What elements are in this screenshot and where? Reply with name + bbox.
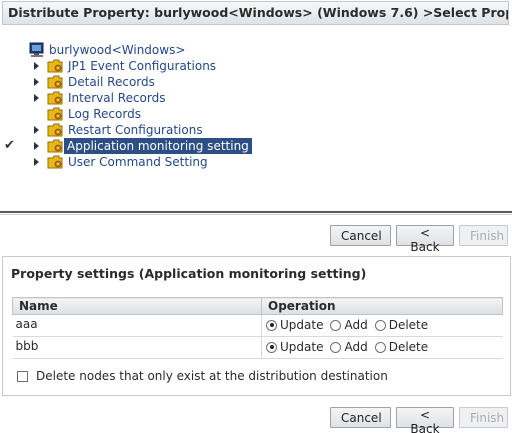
wizard-buttons-top: Cancel < Back Finish — [330, 225, 508, 254]
column-header-name: Name — [12, 297, 262, 315]
radio-label-update[interactable]: Update — [280, 318, 323, 332]
delete-nodes-label: Delete nodes that only exist at the dist… — [36, 369, 388, 383]
settings-folder-icon — [47, 139, 63, 153]
radio-add[interactable] — [330, 341, 342, 353]
property-settings-panel: Property settings (Application monitorin… — [2, 256, 511, 396]
radio-delete[interactable] — [374, 341, 386, 353]
row-operation: Update Add Delete — [261, 314, 503, 337]
expand-arrow-icon[interactable] — [34, 126, 39, 134]
expand-arrow-icon[interactable] — [34, 78, 39, 86]
tree-item-label[interactable]: Application monitoring setting — [64, 138, 252, 154]
settings-folder-icon — [47, 123, 63, 137]
tree-item-label[interactable]: Restart Configurations — [66, 122, 205, 138]
divider — [0, 211, 512, 215]
tree-item[interactable]: Interval Records — [0, 90, 512, 106]
cancel-button[interactable]: Cancel — [330, 407, 391, 428]
back-button[interactable]: < Back — [396, 407, 454, 433]
radio-label-add[interactable]: Add — [344, 318, 367, 332]
row-operation: Update Add Delete — [261, 336, 503, 359]
settings-folder-icon — [47, 155, 63, 169]
tree-root-label[interactable]: burlywood<Windows> — [49, 42, 185, 58]
page-title: Distribute Property: burlywood<Windows> … — [2, 1, 509, 25]
radio-add[interactable] — [330, 319, 342, 331]
settings-folder-icon — [47, 75, 63, 89]
settings-folder-icon — [47, 107, 63, 121]
radio-label-delete[interactable]: Delete — [389, 340, 428, 354]
tree-item[interactable]: JP1 Event Configurations — [0, 58, 512, 74]
check-icon: ✔ — [4, 138, 15, 153]
radio-label-delete[interactable]: Delete — [389, 318, 428, 332]
tree-item-label[interactable]: JP1 Event Configurations — [66, 58, 218, 74]
expand-arrow-icon[interactable] — [34, 94, 39, 102]
radio-delete[interactable] — [374, 319, 386, 331]
row-name: bbb — [12, 336, 262, 359]
computer-icon — [29, 42, 44, 57]
table-row: aaa Update Add Delete — [12, 314, 503, 337]
radio-label-update[interactable]: Update — [280, 340, 323, 354]
radio-label-add[interactable]: Add — [344, 340, 367, 354]
table-row: bbb Update Add Delete — [12, 336, 503, 359]
tree-item-label[interactable]: Detail Records — [66, 74, 157, 90]
operation-radio-group: Update Add Delete — [266, 340, 503, 354]
tree-item[interactable]: Log Records — [0, 106, 512, 122]
tree-item-label[interactable]: User Command Setting — [66, 154, 210, 170]
settings-folder-icon — [47, 91, 63, 105]
tree-item-label[interactable]: Interval Records — [66, 90, 167, 106]
expand-arrow-icon[interactable] — [34, 158, 39, 166]
tree-item-label[interactable]: Log Records — [66, 106, 143, 122]
finish-button: Finish — [459, 407, 508, 428]
property-table: Name Operation aaa Update Add Delete bbb Upda… — [12, 297, 503, 359]
column-header-operation: Operation — [261, 297, 503, 315]
tree-item[interactable]: Restart Configurations — [0, 122, 512, 138]
cancel-button[interactable]: Cancel — [330, 225, 391, 246]
tree-item[interactable]: ✔ Application monitoring setting — [0, 138, 512, 154]
radio-update[interactable] — [266, 319, 277, 331]
delete-nodes-checkbox[interactable] — [17, 370, 28, 382]
delete-nodes-option[interactable]: Delete nodes that only exist at the dist… — [17, 369, 388, 383]
row-name: aaa — [12, 314, 262, 337]
tree-root[interactable]: burlywood<Windows> — [29, 42, 185, 58]
expand-arrow-icon[interactable] — [34, 142, 39, 150]
radio-update[interactable] — [266, 341, 277, 353]
back-button[interactable]: < Back — [396, 225, 454, 254]
operation-radio-group: Update Add Delete — [266, 318, 503, 332]
tree-item[interactable]: Detail Records — [0, 74, 512, 90]
settings-folder-icon — [47, 59, 63, 73]
wizard-buttons-bottom: Cancel < Back Finish — [330, 407, 508, 433]
finish-button: Finish — [459, 225, 508, 246]
expand-arrow-icon[interactable] — [34, 62, 39, 70]
panel-title: Property settings (Application monitorin… — [11, 266, 367, 281]
tree-item[interactable]: User Command Setting — [0, 154, 512, 170]
